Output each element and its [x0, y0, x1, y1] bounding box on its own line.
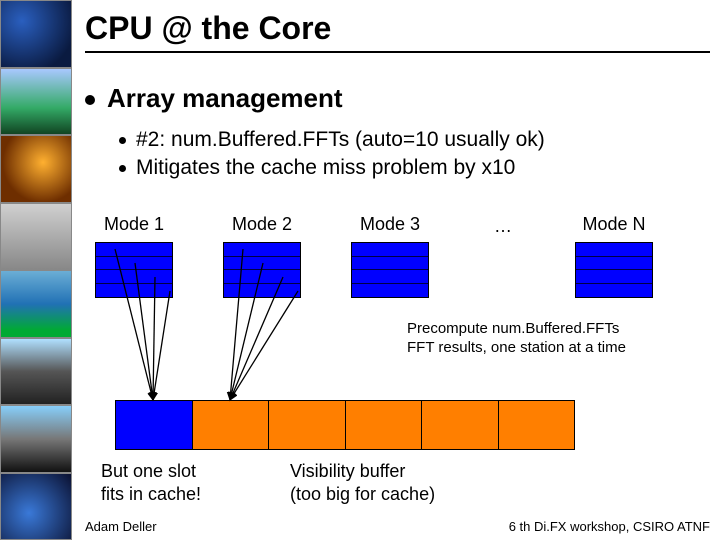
mode-row [224, 270, 300, 284]
bullet-disc-icon [85, 95, 95, 105]
buffer-cell [269, 401, 346, 449]
caption-fits-in-cache: But one slot fits in cache! [101, 460, 281, 505]
mode-box [575, 242, 653, 298]
bullet-level2-text: Mitigates the cache miss problem by x10 [136, 156, 515, 179]
mode-label: Mode 1 [85, 214, 183, 235]
caption-visibility-buffer: Visibility buffer (too big for cache) [290, 460, 520, 505]
mode-ellipsis: … [463, 216, 543, 237]
mode-box [351, 242, 429, 298]
buffer-cell [346, 401, 423, 449]
mode-row [96, 243, 172, 257]
thumb-image [0, 473, 72, 540]
mode-row [352, 257, 428, 271]
thumb-image [0, 203, 72, 271]
mode-row [96, 257, 172, 271]
bullet-disc-icon [119, 137, 126, 144]
footer-venue: 6 th Di.FX workshop, CSIRO ATNF [509, 519, 710, 534]
mode-row [224, 284, 300, 298]
mode-row [96, 270, 172, 284]
mode-label: Mode N [565, 214, 663, 235]
bullet-level2: #2: num.Buffered.FFTs (auto=10 usually o… [119, 128, 710, 152]
buffer-cell [499, 401, 575, 449]
footer: Adam Deller 6 th Di.FX workshop, CSIRO A… [85, 519, 710, 534]
caption-line: fits in cache! [101, 484, 201, 504]
thumb-image [0, 338, 72, 406]
thumb-image [0, 135, 72, 203]
bullet-level2-group: #2: num.Buffered.FFTs (auto=10 usually o… [119, 128, 710, 180]
caption-line: FFT results, one station at a time [407, 339, 626, 356]
slide: CPU @ the Core Array management #2: num.… [0, 0, 720, 540]
footer-author: Adam Deller [85, 519, 157, 534]
mode-box [223, 242, 301, 298]
caption-precompute: Precompute num.Buffered.FFTs FFT results… [407, 320, 697, 358]
buffer-cell [116, 401, 193, 449]
mode-row [576, 284, 652, 298]
mode-row [352, 270, 428, 284]
mode-row [576, 270, 652, 284]
caption-line: Precompute num.Buffered.FFTs [407, 320, 619, 337]
mode-row [352, 284, 428, 298]
bullet-level1: Array management [85, 83, 710, 114]
caption-line: Visibility buffer [290, 461, 405, 481]
mode-label: Mode 3 [341, 214, 439, 235]
bullet-level1-text: Array management [107, 83, 343, 113]
buffer-cell [193, 401, 270, 449]
slide-title: CPU @ the Core [85, 10, 710, 47]
thumb-image [0, 0, 72, 68]
mode-row [96, 284, 172, 298]
mode-box [95, 242, 173, 298]
thumb-image [0, 68, 72, 136]
bullet-disc-icon [119, 165, 126, 172]
mode-label: Mode 2 [213, 214, 311, 235]
left-image-strip [0, 0, 72, 540]
diagram-area: Mode 1 Mode 2 Mode 3 … Mode N [85, 210, 705, 510]
thumb-image [0, 270, 72, 338]
visibility-buffer [115, 400, 575, 450]
caption-line: (too big for cache) [290, 484, 435, 504]
bullet-level2-text: #2: num.Buffered.FFTs (auto=10 usually o… [136, 128, 545, 151]
thumb-image [0, 405, 72, 473]
mode-row [576, 257, 652, 271]
title-rule [85, 51, 710, 53]
mode-row [224, 257, 300, 271]
buffer-cell [422, 401, 499, 449]
mode-row [576, 243, 652, 257]
caption-line: But one slot [101, 461, 196, 481]
bullet-level2: Mitigates the cache miss problem by x10 [119, 156, 710, 180]
mode-row [352, 243, 428, 257]
mode-row [224, 243, 300, 257]
